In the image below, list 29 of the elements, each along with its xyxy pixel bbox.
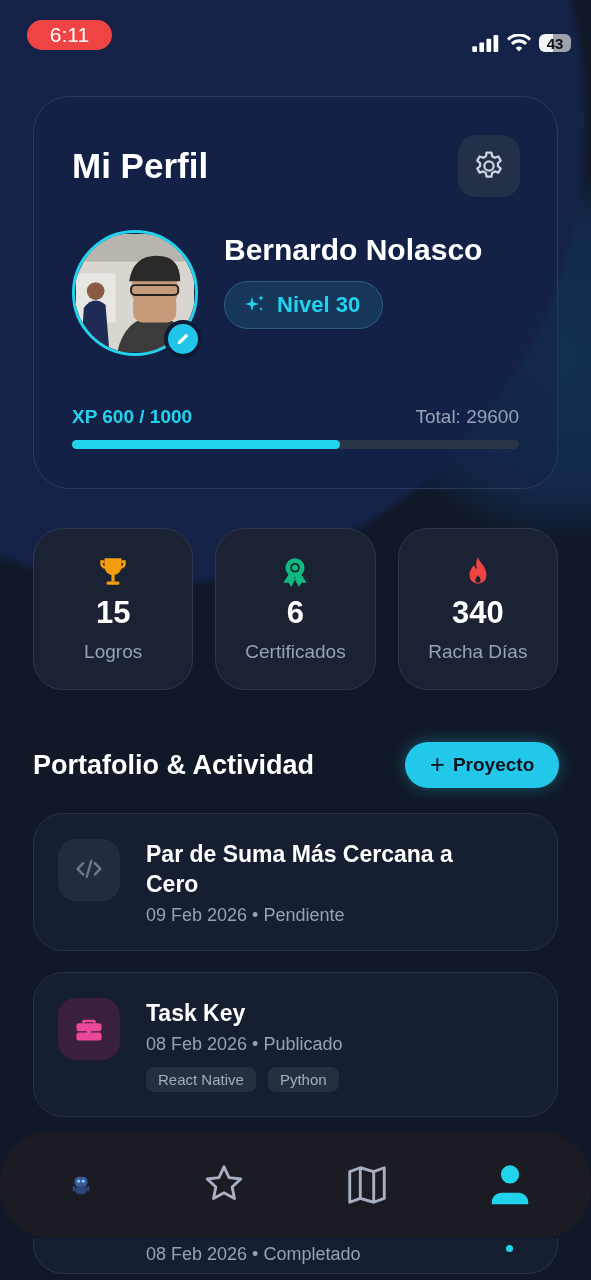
project-title: Task Key: [146, 999, 247, 1028]
project-card[interactable]: 08 Feb 2026 • Completado: [33, 1238, 558, 1274]
active-indicator: [505, 1245, 513, 1252]
add-project-button[interactable]: + Proyecto: [405, 742, 559, 788]
tag: Python: [267, 1067, 339, 1092]
project-meta: 09 Feb 2026 • Pendiente: [146, 905, 346, 926]
project-card[interactable]: Par de Suma Más Cercana a Cero 09 Feb 2026 • Pendiente: [33, 813, 558, 951]
stat-label: Certificados: [245, 641, 346, 663]
settings-button[interactable]: [458, 135, 520, 197]
section-title: Portafolio & Actividad: [33, 749, 315, 781]
project-card[interactable]: Task Key 08 Feb 2026 • Publicado React Native Python: [33, 972, 558, 1117]
signal-icon: [472, 34, 499, 52]
clock-time: 6:11: [27, 20, 112, 50]
stat-value: 340: [451, 595, 504, 631]
tag: React Native: [146, 1067, 256, 1092]
xp-total: Total: 29600: [415, 406, 519, 428]
stat-value: 6: [286, 595, 305, 631]
stat-label: Logros: [84, 641, 143, 663]
project-title: Par de Suma Más Cercana a Cero: [146, 840, 454, 899]
project-meta: 08 Feb 2026 • Completado: [146, 1244, 361, 1265]
stat-value: 15: [95, 595, 131, 631]
edit-avatar-button[interactable]: [164, 320, 202, 358]
wifi-icon: [507, 34, 531, 52]
level-text: Nivel 30: [277, 292, 361, 318]
page-title: Mi Perfil: [72, 146, 209, 186]
project-meta: 08 Feb 2026 • Publicado: [146, 1034, 343, 1055]
stat-label: Racha Días: [428, 641, 528, 663]
user-name: Bernardo Nolasco: [224, 233, 483, 267]
xp-label: XP 600 / 1000: [72, 406, 193, 428]
